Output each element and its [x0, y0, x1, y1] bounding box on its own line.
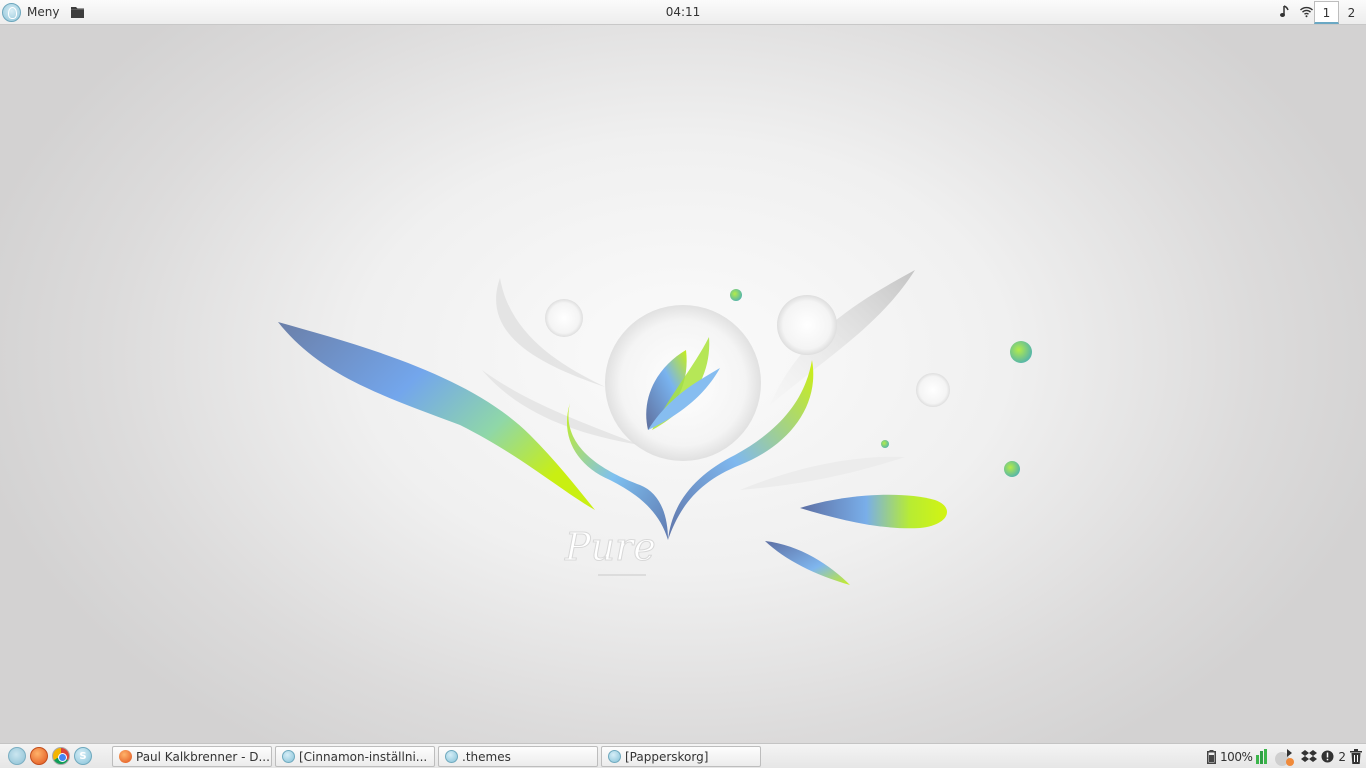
system-monitor-icon[interactable]	[1256, 749, 1269, 764]
battery-percentage: 100%	[1220, 749, 1253, 764]
top-tray	[1278, 4, 1314, 19]
wallpaper-signature: Pure	[564, 525, 656, 569]
task-cinnamon-settings[interactable]: [Cinnamon-inställni...	[275, 746, 435, 767]
firefox-icon	[119, 750, 132, 763]
notification-icon[interactable]	[1321, 750, 1334, 763]
task-trash-folder[interactable]: [Papperskorg]	[601, 746, 761, 767]
workspace-1[interactable]: 1	[1314, 1, 1339, 24]
trash-icon[interactable]	[1350, 749, 1362, 764]
dropbox-icon[interactable]	[1301, 749, 1318, 764]
desktop[interactable]: Pure	[0, 25, 1366, 743]
wifi-icon[interactable]	[1299, 4, 1314, 19]
window-list: Paul Kalkbrenner - D... [Cinnamon-instäl…	[112, 746, 761, 767]
workspace-2[interactable]: 2	[1339, 1, 1364, 24]
panel-launchers: S	[8, 747, 92, 765]
bottom-panel: S Paul Kalkbrenner - D... [Cinnamon-inst…	[0, 743, 1366, 768]
task-label: [Papperskorg]	[625, 749, 709, 764]
chrome-icon[interactable]	[52, 747, 70, 765]
cinnamon-settings-icon	[282, 750, 295, 763]
task-label: Paul Kalkbrenner - D...	[136, 749, 270, 764]
task-firefox[interactable]: Paul Kalkbrenner - D...	[112, 746, 272, 767]
system-tray: 100% 2	[1207, 747, 1362, 766]
workspace-switcher: 1 2	[1314, 1, 1364, 24]
skype-icon[interactable]: S	[74, 747, 92, 765]
task-label: .themes	[462, 749, 511, 764]
wallpaper-artwork: Pure	[278, 270, 1032, 585]
notification-count: 2	[1338, 749, 1346, 764]
folder-icon	[445, 750, 458, 763]
top-panel: Meny 04:11 1 2	[0, 0, 1366, 25]
weather-icon[interactable]	[1273, 747, 1297, 766]
clock[interactable]: 04:11	[0, 5, 1366, 19]
battery-icon[interactable]	[1207, 749, 1217, 764]
music-note-icon[interactable]	[1278, 4, 1293, 19]
firefox-icon[interactable]	[30, 747, 48, 765]
trash-folder-icon	[608, 750, 621, 763]
menu-launcher-icon[interactable]	[8, 747, 26, 765]
task-label: [Cinnamon-inställni...	[299, 749, 428, 764]
task-themes-folder[interactable]: .themes	[438, 746, 598, 767]
